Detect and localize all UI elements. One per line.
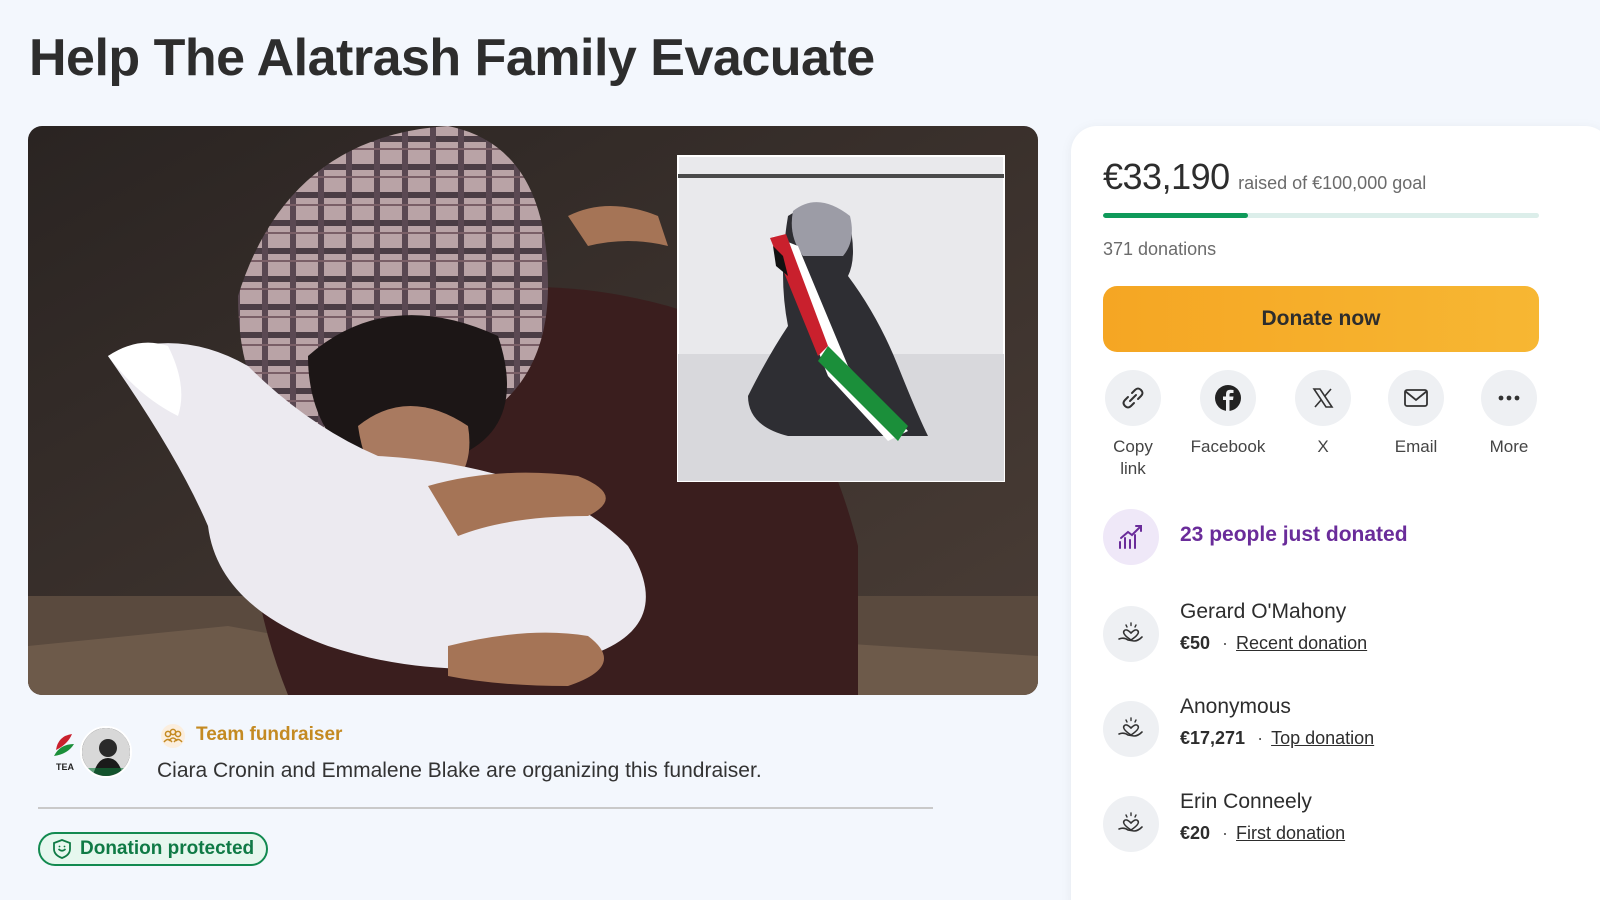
heart-hand-icon bbox=[1103, 796, 1159, 852]
donor-name: Erin Conneely bbox=[1180, 790, 1312, 813]
share-options: Copy link Facebook X Email More bbox=[1093, 370, 1553, 490]
share-x[interactable]: X bbox=[1283, 370, 1363, 458]
donor-amount: €17,271 bbox=[1180, 728, 1246, 748]
team-icon bbox=[160, 724, 186, 748]
donor-meta: €20 · First donation bbox=[1180, 823, 1346, 843]
donor-type-link[interactable]: Recent donation bbox=[1236, 633, 1367, 653]
donation-protected-badge[interactable]: Donation protected bbox=[38, 832, 269, 866]
donor-type-link[interactable]: First donation bbox=[1236, 823, 1345, 843]
organizer-text: Ciara Cronin and Emmalene Blake are orga… bbox=[157, 759, 762, 782]
donor-item: Anonymous €17,271 · Top donation bbox=[1103, 695, 1539, 759]
more-icon bbox=[1481, 370, 1537, 426]
share-label: X bbox=[1317, 437, 1329, 456]
hero-image[interactable] bbox=[28, 126, 1038, 695]
donor-amount: €20 bbox=[1180, 823, 1211, 843]
share-label: Email bbox=[1394, 437, 1438, 456]
donor-meta: €17,271 · Top donation bbox=[1180, 728, 1375, 748]
divider bbox=[38, 807, 933, 809]
donor-item: Gerard O'Mahony €50 · Recent donation bbox=[1103, 600, 1539, 664]
share-copy-link[interactable]: Copy link bbox=[1093, 370, 1173, 480]
badge-label: Donation protected bbox=[80, 838, 255, 859]
donation-card: €33,190 raised of €100,000 goal 371 dona… bbox=[1071, 126, 1600, 900]
team-fundraiser-label: Team fundraiser bbox=[196, 724, 343, 745]
donor-name: Gerard O'Mahony bbox=[1180, 600, 1347, 623]
share-email[interactable]: Email bbox=[1376, 370, 1456, 458]
donor-meta: €50 · Recent donation bbox=[1180, 633, 1368, 653]
donor-amount: €50 bbox=[1180, 633, 1211, 653]
share-label: More bbox=[1489, 437, 1529, 456]
x-icon bbox=[1295, 370, 1351, 426]
donor-type-link[interactable]: Top donation bbox=[1271, 728, 1374, 748]
share-label: Facebook bbox=[1190, 437, 1266, 456]
email-icon bbox=[1388, 370, 1444, 426]
just-donated-row: 23 people just donated bbox=[1103, 509, 1539, 565]
hero-photo bbox=[28, 126, 1038, 695]
donate-now-button[interactable]: Donate now bbox=[1103, 286, 1539, 352]
share-more[interactable]: More bbox=[1469, 370, 1549, 458]
just-donated-text: 23 people just donated bbox=[1180, 523, 1408, 546]
donor-item: Erin Conneely €20 · First donation bbox=[1103, 790, 1539, 854]
organizer-section: TEA Team fundraiser Ciara Cronin and Emm… bbox=[50, 722, 950, 792]
share-label: Copy link bbox=[1113, 437, 1153, 478]
team-logo: TEA bbox=[50, 730, 82, 774]
raised-summary: €33,190 raised of €100,000 goal bbox=[1103, 156, 1426, 198]
team-logo-text: TEA bbox=[56, 762, 75, 772]
heart-hand-icon bbox=[1103, 701, 1159, 757]
organizer-avatar[interactable] bbox=[80, 726, 132, 778]
raised-amount: €33,190 bbox=[1103, 156, 1230, 197]
progress-bar bbox=[1103, 213, 1539, 218]
heart-hand-icon bbox=[1103, 606, 1159, 662]
donor-name: Anonymous bbox=[1180, 695, 1291, 718]
shield-icon bbox=[52, 839, 72, 859]
share-facebook[interactable]: Facebook bbox=[1188, 370, 1268, 458]
goal-text: raised of €100,000 goal bbox=[1238, 173, 1427, 193]
trending-up-icon bbox=[1103, 509, 1159, 565]
donation-count: 371 donations bbox=[1103, 239, 1217, 259]
progress-fill bbox=[1103, 213, 1248, 218]
link-icon bbox=[1105, 370, 1161, 426]
page-title: Help The Alatrash Family Evacuate bbox=[29, 29, 875, 87]
facebook-icon bbox=[1200, 370, 1256, 426]
